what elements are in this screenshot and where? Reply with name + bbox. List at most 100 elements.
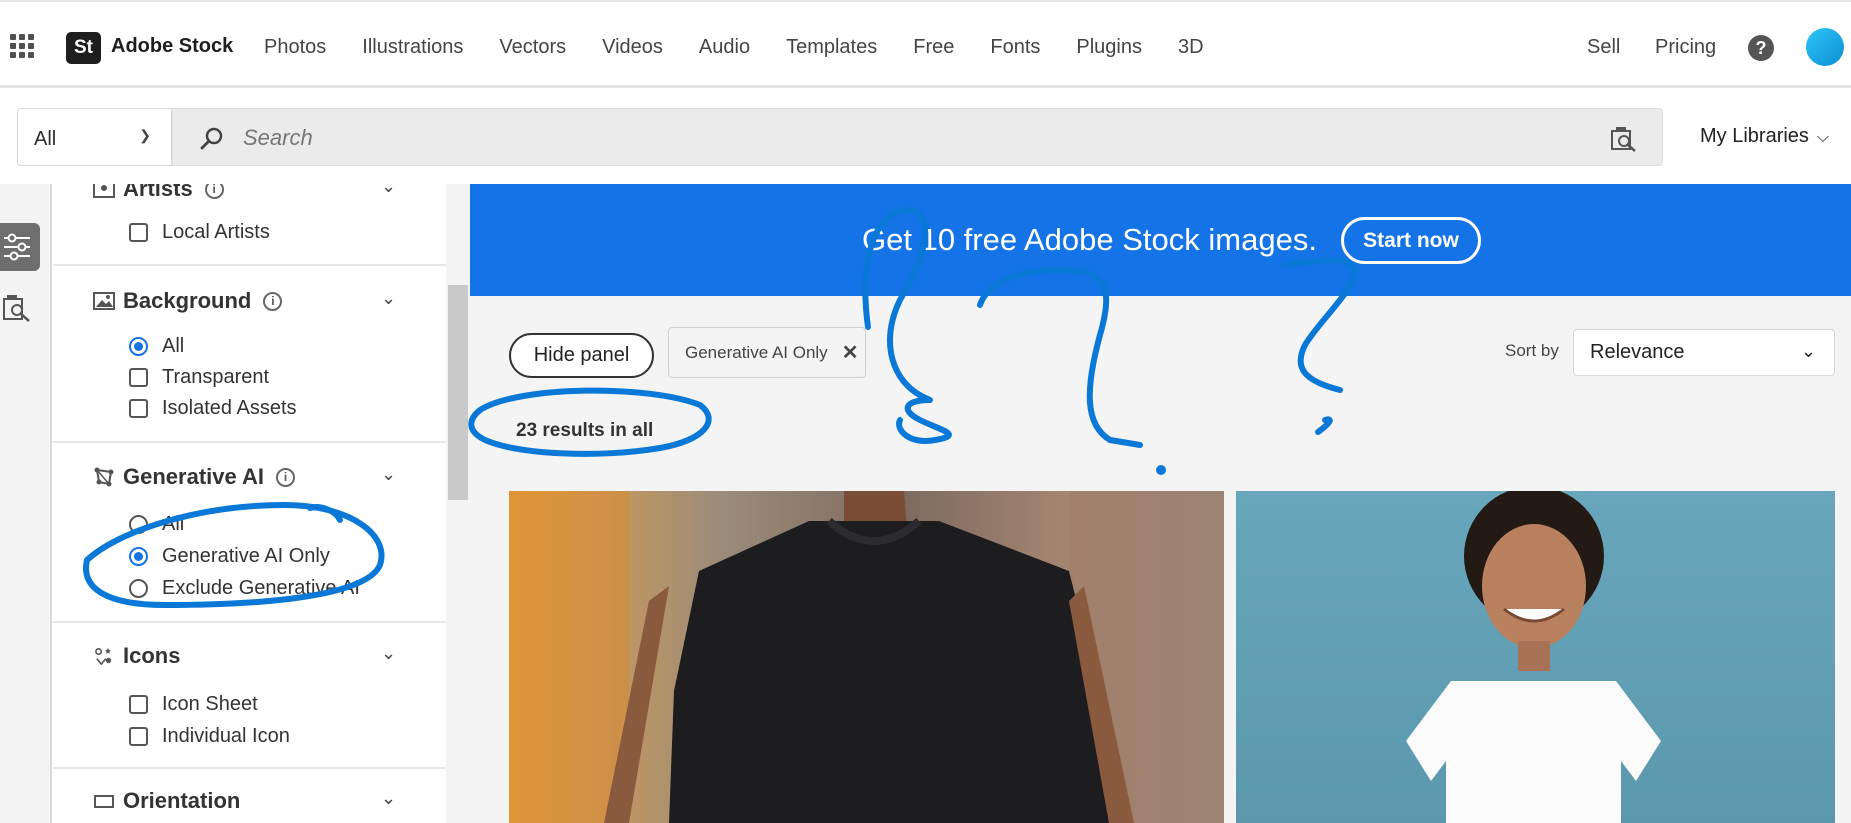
panel-scrollbar[interactable] (446, 184, 470, 823)
option-label: All (162, 513, 185, 535)
brand-name[interactable]: Adobe Stock (111, 35, 233, 58)
radio-selected[interactable] (129, 547, 148, 566)
main-nav: Photos Illustrations Vectors Videos Audi… (264, 36, 1240, 59)
option-label: Exclude Generative AI (162, 577, 360, 599)
promo-text: Get 10 free Adobe Stock images. (862, 222, 1317, 257)
sort-select[interactable]: Relevance ⌄ (1573, 329, 1835, 376)
boy-tshirt-photo (1406, 491, 1661, 823)
checkbox[interactable] (129, 727, 148, 746)
nav-pricing[interactable]: Pricing (1655, 36, 1716, 59)
app-switcher-icon[interactable] (10, 34, 34, 58)
visual-search-icon[interactable] (1610, 125, 1638, 153)
avatar[interactable] (1806, 28, 1844, 66)
option-isolated-assets[interactable]: Isolated Assets (129, 397, 297, 420)
nav-audio[interactable]: Audio (699, 36, 750, 59)
help-icon[interactable]: ? (1748, 35, 1774, 61)
my-libraries-button[interactable]: My Libraries ⌵ (1700, 125, 1829, 148)
option-generative-ai-only[interactable]: Generative AI Only (129, 545, 330, 568)
filter-background-header[interactable]: Background i (93, 288, 283, 314)
my-libraries-label: My Libraries (1700, 125, 1809, 147)
filter-generative-ai-header[interactable]: Generative AI i (93, 464, 296, 490)
filter-icons-header[interactable]: Icons (93, 643, 180, 669)
filter-icons-title: Icons (123, 643, 181, 668)
nav-illustrations[interactable]: Illustrations (362, 36, 463, 59)
chevron-down-icon: ⌄ (1800, 341, 1816, 361)
nav-videos[interactable]: Videos (602, 36, 663, 59)
active-filter-label: Generative AI Only (685, 342, 828, 362)
option-exclude-generative-ai[interactable]: Exclude Generative AI (129, 577, 360, 600)
search-scope-select[interactable]: All ❯ (17, 108, 172, 166)
option-label: Transparent (162, 366, 270, 388)
close-icon[interactable]: ✕ (842, 340, 859, 365)
filter-background-section (53, 264, 446, 416)
filter-background-title: Background (123, 288, 252, 313)
chevron-down-icon[interactable]: ⌄ (381, 643, 396, 664)
sort-value: Relevance (1590, 341, 1685, 363)
orientation-icon (94, 795, 114, 808)
chevron-down-icon[interactable]: ⌄ (381, 184, 396, 197)
panel-scrollbar-thumb[interactable] (448, 285, 468, 500)
radio[interactable] (129, 579, 148, 598)
sort-by-label: Sort by (1505, 341, 1559, 360)
radio-selected[interactable] (129, 337, 148, 356)
nav-photos[interactable]: Photos (264, 36, 326, 59)
option-gen-ai-all[interactable]: All (129, 513, 184, 536)
result-image-man-tshirt[interactable] (509, 491, 1224, 823)
checkbox[interactable] (129, 368, 148, 387)
chevron-down-icon[interactable]: ⌄ (381, 288, 396, 309)
info-icon[interactable]: i (276, 467, 296, 487)
active-filter-chip: Generative AI Only ✕ (668, 327, 866, 378)
checkbox[interactable] (129, 399, 148, 418)
chevron-down-icon[interactable]: ⌄ (381, 464, 396, 485)
filter-artists-title: Artists (123, 184, 193, 201)
result-image-boy-tshirt[interactable] (1236, 491, 1835, 823)
results-count: 23 results in all (516, 420, 654, 441)
hide-panel-button[interactable]: Hide panel (509, 333, 654, 378)
filter-orientation-header[interactable]: Orientation (93, 788, 240, 814)
top-navigation-bar: St Adobe Stock Photos Illustrations Vect… (0, 0, 1851, 88)
option-background-all[interactable]: All (129, 335, 184, 358)
generative-ai-icon (94, 467, 114, 487)
filter-orientation-title: Orientation (123, 788, 241, 813)
search-input[interactable] (241, 123, 1541, 153)
search-bar (172, 108, 1663, 166)
nav-vectors[interactable]: Vectors (499, 36, 566, 59)
search-icon (200, 127, 223, 150)
radio[interactable] (129, 515, 148, 534)
option-label: Generative AI Only (162, 545, 330, 567)
filter-generative-ai-title: Generative AI (123, 464, 265, 489)
checkbox[interactable] (129, 223, 148, 242)
chevron-down-icon[interactable]: ⌄ (381, 788, 396, 809)
nav-plugins[interactable]: Plugins (1076, 36, 1142, 59)
chevron-down-icon: ❯ (139, 127, 151, 143)
chevron-down-icon: ⌵ (1816, 129, 1830, 146)
option-label: Icon Sheet (162, 693, 258, 715)
filter-panel: Artists i ⌄ Local Artists Background i ⌄… (53, 184, 446, 823)
nav-sell[interactable]: Sell (1587, 36, 1620, 59)
info-icon[interactable]: i (204, 184, 224, 199)
info-icon[interactable]: i (263, 291, 283, 311)
option-label: Isolated Assets (162, 397, 297, 419)
visual-search-rail-icon[interactable] (2, 293, 32, 325)
search-scope-value: All (34, 128, 57, 150)
nav-templates[interactable]: Templates (786, 36, 877, 59)
filters-toggle-button[interactable] (0, 223, 40, 271)
option-transparent[interactable]: Transparent (129, 366, 269, 389)
checkbox[interactable] (129, 695, 148, 714)
start-now-button[interactable]: Start now (1341, 217, 1481, 264)
man-tshirt-photo (509, 491, 1224, 823)
option-individual-icon[interactable]: Individual Icon (129, 725, 290, 748)
filter-artists-header[interactable]: Artists i (93, 184, 224, 202)
option-label: All (162, 335, 185, 357)
nav-fonts[interactable]: Fonts (990, 36, 1040, 59)
image-icon (93, 292, 115, 310)
nav-free[interactable]: Free (913, 36, 954, 59)
option-label: Individual Icon (162, 725, 290, 747)
option-local-artists[interactable]: Local Artists (129, 221, 270, 244)
adobe-stock-logo[interactable]: St (66, 32, 101, 64)
artists-icon (93, 184, 115, 198)
icons-icon (95, 647, 112, 665)
option-label: Local Artists (162, 221, 270, 243)
nav-3d[interactable]: 3D (1178, 36, 1204, 59)
option-icon-sheet[interactable]: Icon Sheet (129, 693, 258, 716)
